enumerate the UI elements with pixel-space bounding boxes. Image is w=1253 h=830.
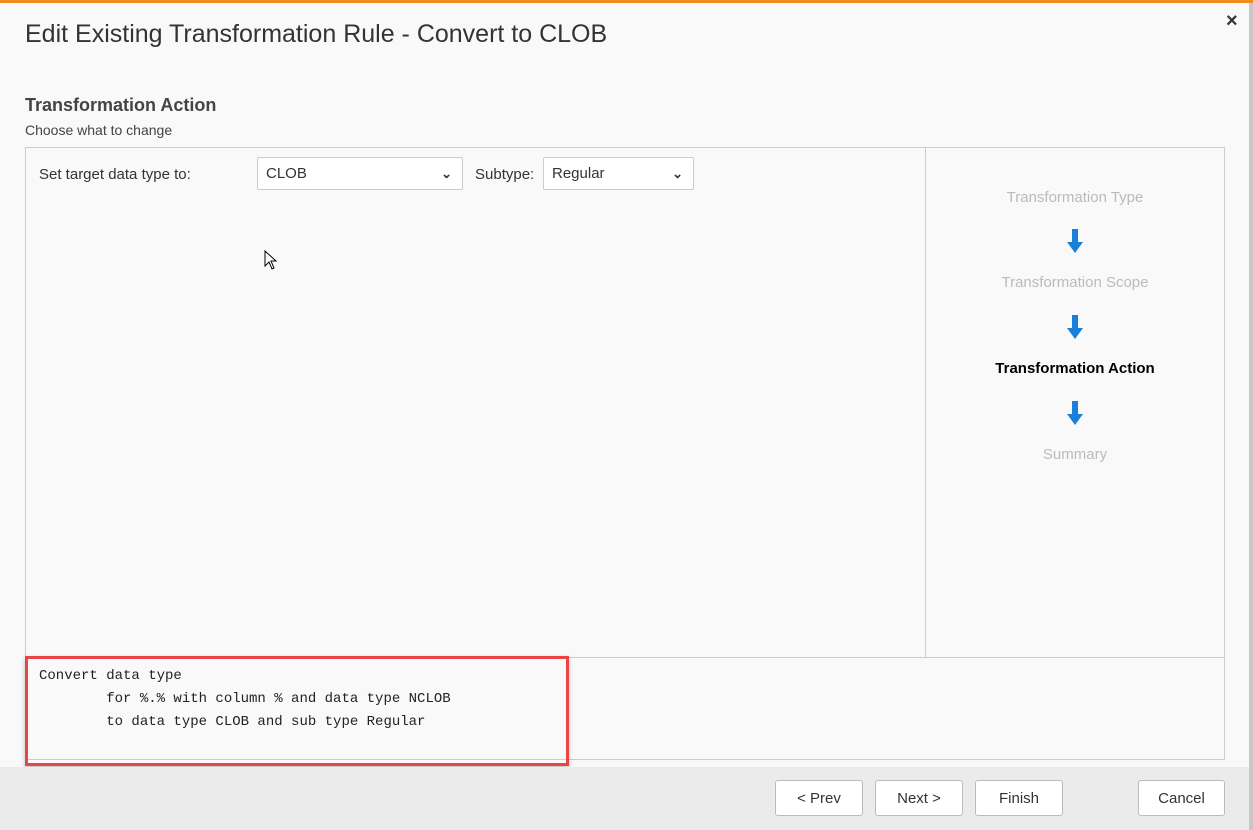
step-summary: Summary: [1042, 446, 1108, 463]
dialog-title: Edit Existing Transformation Rule - Conv…: [25, 20, 608, 48]
accent-bar: [0, 0, 1253, 3]
target-type-value: CLOB: [266, 165, 307, 182]
mouse-cursor-icon: [264, 250, 278, 270]
divider: [925, 147, 926, 657]
arrow-down-icon: [1067, 229, 1083, 253]
prev-button[interactable]: < Prev: [775, 780, 863, 816]
subtype-value: Regular: [552, 165, 605, 182]
chevron-down-icon: ⌄: [672, 166, 683, 181]
finish-button[interactable]: Finish: [975, 780, 1063, 816]
close-button[interactable]: ×: [1226, 10, 1238, 33]
target-type-select[interactable]: CLOB ⌄: [257, 157, 463, 190]
step-transformation-type: Transformation Type: [1006, 189, 1144, 206]
target-type-label: Set target data type to:: [39, 166, 191, 183]
cancel-button[interactable]: Cancel: [1138, 780, 1225, 816]
section-heading: Transformation Action: [25, 95, 217, 115]
arrow-down-icon: [1067, 315, 1083, 339]
subtype-label: Subtype:: [475, 166, 535, 183]
window-edge: [1249, 3, 1253, 830]
chevron-down-icon: ⌄: [441, 166, 452, 181]
subtype-select[interactable]: Regular ⌄: [543, 157, 694, 190]
section-subheading: Choose what to change: [25, 122, 173, 138]
step-transformation-scope: Transformation Scope: [1001, 274, 1149, 291]
arrow-down-icon: [1067, 401, 1083, 425]
next-button[interactable]: Next >: [875, 780, 963, 816]
step-transformation-action: Transformation Action: [995, 360, 1155, 377]
highlight-annotation: [25, 656, 569, 766]
